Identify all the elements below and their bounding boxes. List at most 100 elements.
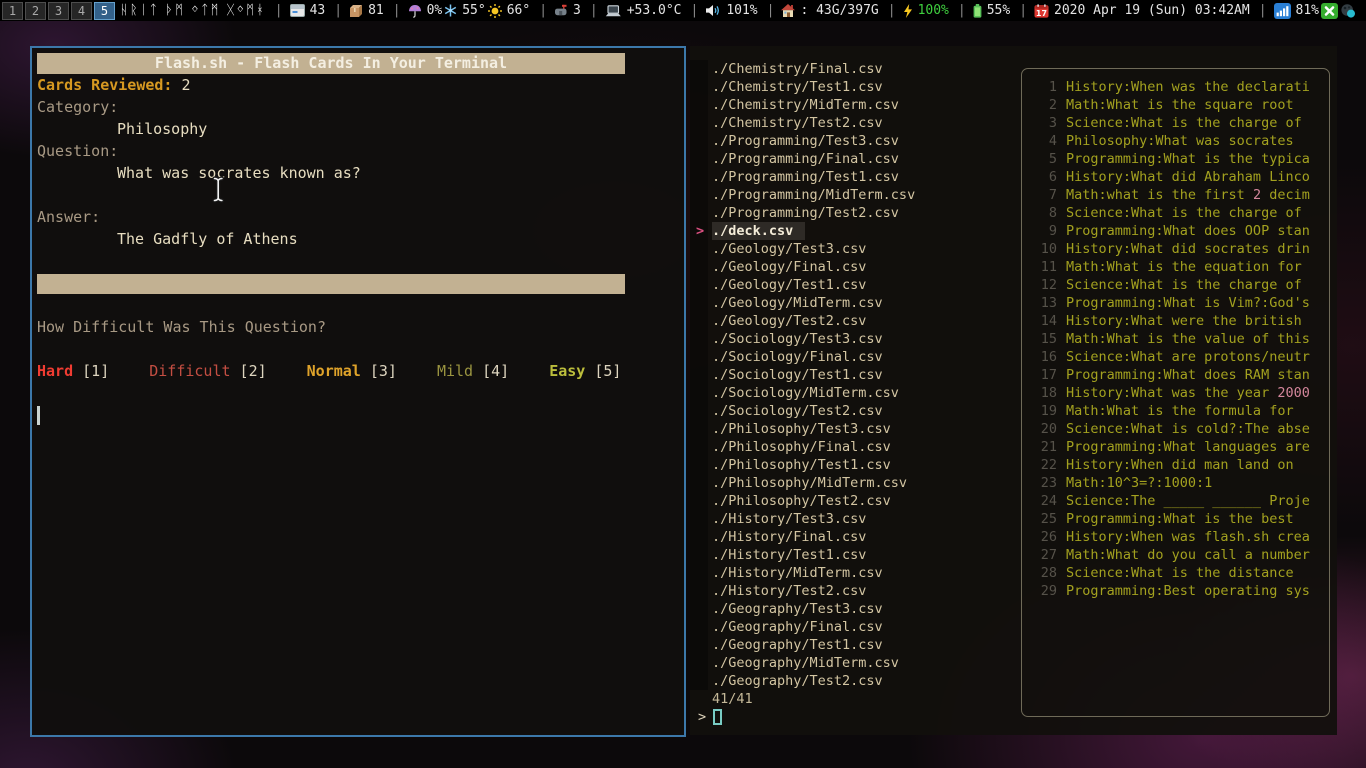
difficulty-key: [5]: [585, 362, 621, 380]
preview-line: 21Programming:What languages are: [1022, 438, 1329, 456]
file-name: ./History/Final.csv: [712, 528, 866, 546]
file-picker-terminal-window[interactable]: ./Chemistry/Final.csv ./Chemistry/Test1.…: [690, 46, 1337, 735]
preview-line: 24Science:The _____ ______ Proje: [1022, 492, 1329, 510]
preview-text-segment: Programming:What does OOP stan: [1066, 222, 1310, 240]
file-item[interactable]: ./History/Test3.csv: [690, 510, 1020, 528]
pointer-space: [690, 96, 712, 114]
preview-line: 28Science:What is the distance: [1022, 564, 1329, 582]
tray-app-icon[interactable]: [1340, 3, 1356, 19]
workspace-button-4[interactable]: 4: [71, 2, 92, 20]
file-item[interactable]: ./Geology/Final.csv: [690, 258, 1020, 276]
line-number: 10: [1027, 240, 1057, 258]
separator: |: [393, 3, 401, 18]
difficulty-option-normal[interactable]: Normal [3]: [307, 362, 397, 380]
difficulty-key: [1]: [73, 362, 109, 380]
file-item-selected[interactable]: >./deck.csv: [690, 222, 1020, 240]
file-item[interactable]: ./Sociology/Final.csv: [690, 348, 1020, 366]
preview-text-segment: Programming:What is the typica: [1066, 150, 1310, 168]
file-item[interactable]: ./Chemistry/Test1.csv: [690, 78, 1020, 96]
preview-line: 4Philosophy:What was socrates: [1022, 132, 1329, 150]
workspace-button-5[interactable]: 5: [94, 2, 115, 20]
pointer-space: [690, 600, 712, 618]
difficulty-option-hard[interactable]: Hard [1]: [37, 362, 109, 380]
file-item[interactable]: ./Geography/Test1.csv: [690, 636, 1020, 654]
pointer-space: [690, 528, 712, 546]
file-item[interactable]: ./History/MidTerm.csv: [690, 564, 1020, 582]
window-module: 43: [290, 3, 326, 18]
search-prompt-row[interactable]: >: [698, 708, 722, 726]
line-number: 8: [1027, 204, 1057, 222]
preview-text-segment: History:When was the declarati: [1066, 78, 1310, 96]
disk-module-text: : 43G/397G: [800, 3, 878, 18]
difficulty-option-easy[interactable]: Easy [5]: [549, 362, 621, 380]
pointer-space: [690, 312, 712, 330]
file-name: ./Chemistry/Test1.csv: [712, 78, 883, 96]
file-item[interactable]: ./Programming/Test3.csv: [690, 132, 1020, 150]
package-icon: [349, 4, 363, 17]
file-item[interactable]: ./Sociology/Test1.csv: [690, 366, 1020, 384]
file-item[interactable]: ./History/Test1.csv: [690, 546, 1020, 564]
file-item[interactable]: ./Philosophy/Final.csv: [690, 438, 1020, 456]
file-item[interactable]: ./Philosophy/Test3.csv: [690, 420, 1020, 438]
preview-line: 17Programming:What does RAM stan: [1022, 366, 1329, 384]
workspace-button-1[interactable]: 1: [2, 2, 23, 20]
preview-line: 14History:What were the british: [1022, 312, 1329, 330]
file-name: ./Sociology/MidTerm.csv: [712, 384, 899, 402]
line-number: 11: [1027, 258, 1057, 276]
file-item[interactable]: ./Geography/Test3.csv: [690, 600, 1020, 618]
line-number: 5: [1027, 150, 1057, 168]
file-item[interactable]: ./Geography/Test2.csv: [690, 672, 1020, 690]
prompt-symbol: >: [698, 708, 706, 726]
file-item[interactable]: ./Geology/Test3.csv: [690, 240, 1020, 258]
sun-icon: [488, 4, 502, 18]
preview-line: 26History:When was flash.sh crea: [1022, 528, 1329, 546]
line-number: 21: [1027, 438, 1057, 456]
file-item[interactable]: ./Programming/MidTerm.csv: [690, 186, 1020, 204]
preview-text-segment: 2: [1253, 186, 1261, 204]
file-item[interactable]: ./Geology/Test2.csv: [690, 312, 1020, 330]
file-item[interactable]: ./Philosophy/Test1.csv: [690, 456, 1020, 474]
battery-module-text: 55%: [987, 3, 1010, 18]
pointer-space: [690, 402, 712, 420]
file-item[interactable]: ./Philosophy/Test2.csv: [690, 492, 1020, 510]
line-number: 4: [1027, 132, 1057, 150]
runes-clock-text: ᚺᚱᛁᛏ ᚦᛗ ᛜᛏᛗ ᚷᛜᛗᚼ: [120, 3, 266, 18]
difficulty-option-mild[interactable]: Mild [4]: [437, 362, 509, 380]
file-item[interactable]: ./Chemistry/Final.csv: [690, 60, 1020, 78]
tray-close-icon[interactable]: [1321, 3, 1338, 19]
file-item[interactable]: ./History/Final.csv: [690, 528, 1020, 546]
workspace-button-2[interactable]: 2: [25, 2, 46, 20]
line-number: 2: [1027, 96, 1057, 114]
file-item[interactable]: ./Programming/Test1.csv: [690, 168, 1020, 186]
file-item[interactable]: ./Geology/MidTerm.csv: [690, 294, 1020, 312]
network-icon: [1274, 3, 1291, 19]
pointer-space: [690, 204, 712, 222]
pointer-space: [690, 438, 712, 456]
file-name: ./Philosophy/MidTerm.csv: [712, 474, 907, 492]
file-name: ./Geology/Test3.csv: [712, 240, 866, 258]
mailbox-icon: [554, 4, 568, 17]
file-item[interactable]: ./Chemistry/Test2.csv: [690, 114, 1020, 132]
file-item[interactable]: ./Geology/Test1.csv: [690, 276, 1020, 294]
weather-high-module: 66°: [488, 3, 530, 18]
file-item[interactable]: ./History/Test2.csv: [690, 582, 1020, 600]
package-module: 81: [349, 3, 384, 18]
file-item[interactable]: ./Geography/MidTerm.csv: [690, 654, 1020, 672]
preview-text-segment: Science:What is the charge of: [1066, 114, 1302, 132]
window-module-text: 43: [310, 3, 326, 18]
difficulty-label: Difficult: [149, 362, 230, 380]
difficulty-option-difficult[interactable]: Difficult [2]: [149, 362, 266, 380]
flashcard-terminal-window[interactable]: Flash.sh - Flash Cards In Your Terminal …: [30, 46, 686, 737]
file-item[interactable]: ./Geography/Final.csv: [690, 618, 1020, 636]
file-item[interactable]: ./Sociology/MidTerm.csv: [690, 384, 1020, 402]
file-item[interactable]: ./Programming/Test2.csv: [690, 204, 1020, 222]
separator: |: [590, 3, 598, 18]
file-item[interactable]: ./Chemistry/MidTerm.csv: [690, 96, 1020, 114]
file-item[interactable]: ./Philosophy/MidTerm.csv: [690, 474, 1020, 492]
file-item[interactable]: ./Programming/Final.csv: [690, 150, 1020, 168]
file-name: ./Chemistry/MidTerm.csv: [712, 96, 899, 114]
workspace-button-3[interactable]: 3: [48, 2, 69, 20]
preview-text-segment: Science:The _____ ______ Proje: [1066, 492, 1310, 510]
file-item[interactable]: ./Sociology/Test3.csv: [690, 330, 1020, 348]
file-item[interactable]: ./Sociology/Test2.csv: [690, 402, 1020, 420]
